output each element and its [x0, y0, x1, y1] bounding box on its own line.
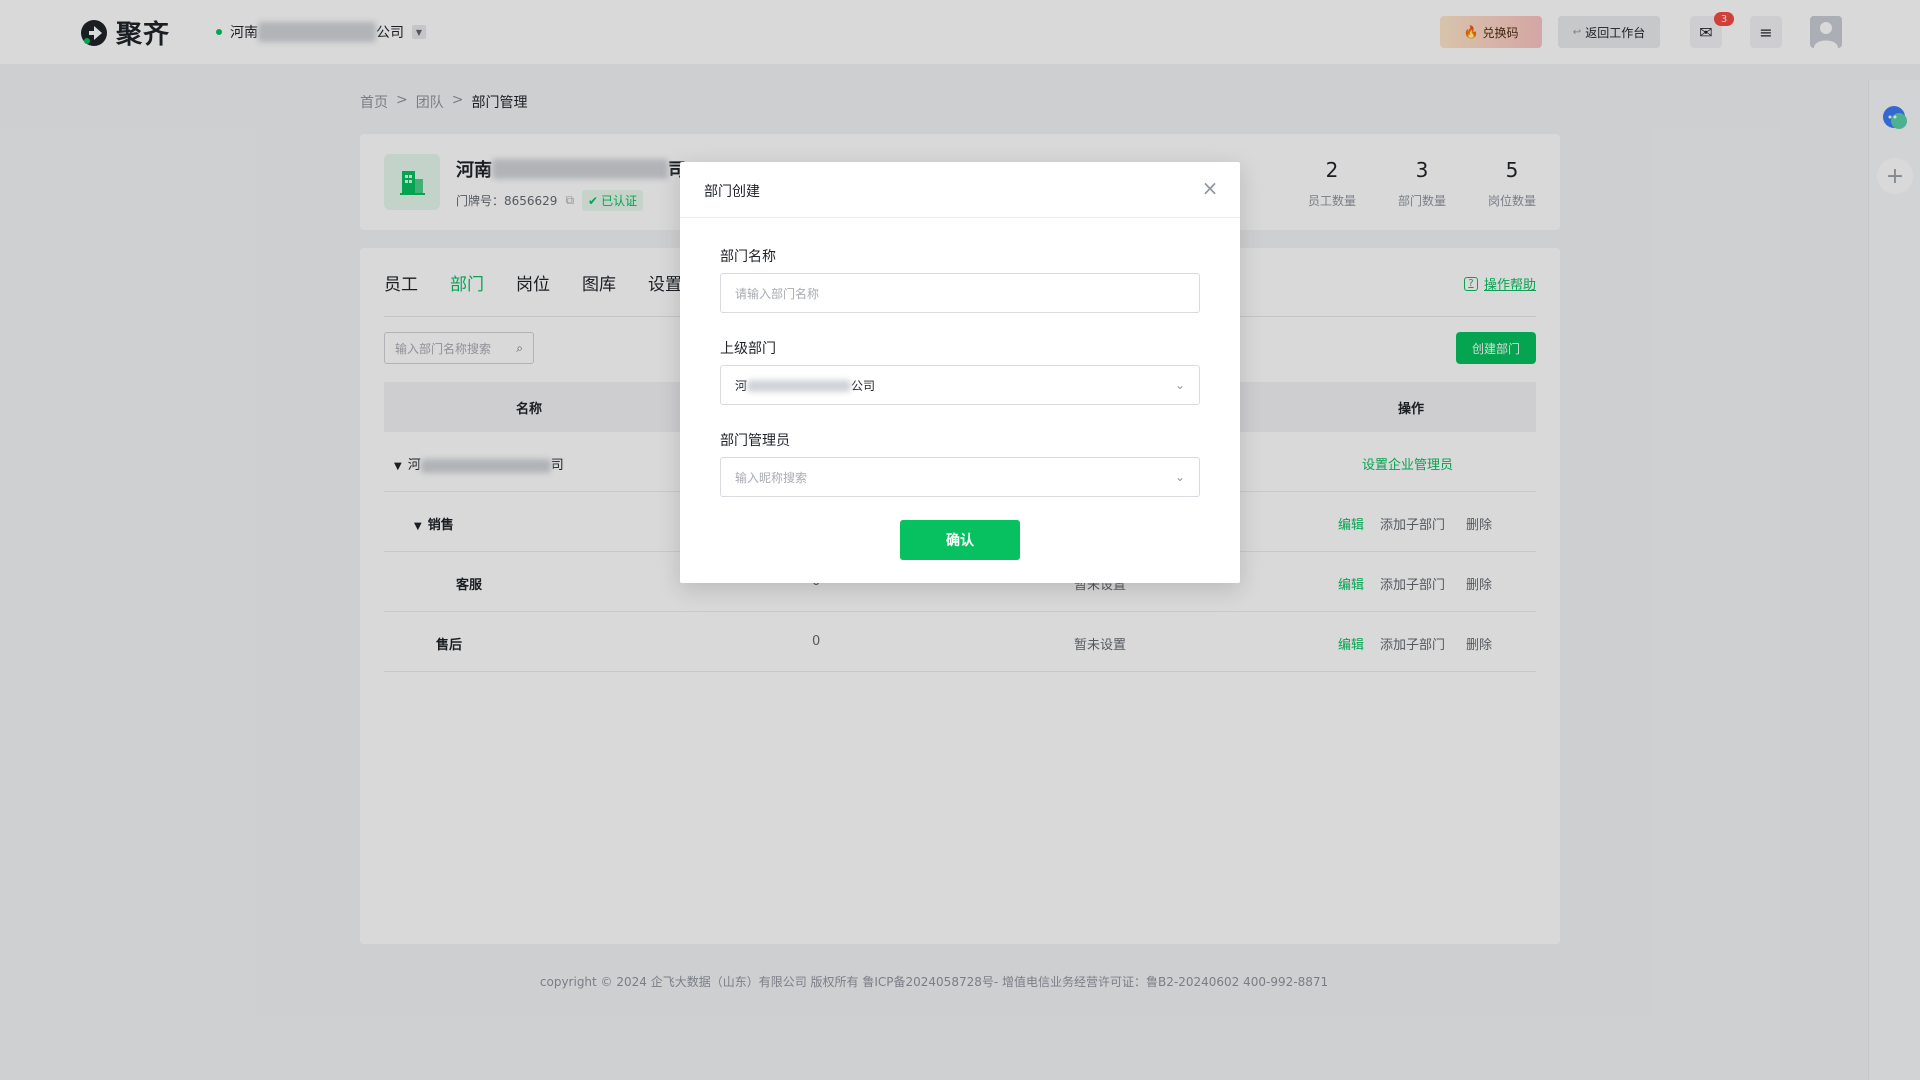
- chevron-down-icon: ⌄: [1174, 470, 1185, 484]
- parent-department-suffix: 公司: [851, 378, 876, 393]
- parent-department-label: 上级部门: [720, 341, 776, 357]
- department-manager-label: 部门管理员: [720, 433, 790, 449]
- dialog-title: 部门创建: [704, 184, 760, 200]
- chevron-down-icon: ⌄: [1174, 378, 1185, 392]
- create-department-dialog: 部门创建 × 部门名称 请输入部门名称 上级部门 河 公司 ⌄ 部门管理员 输入昵…: [680, 162, 1240, 583]
- department-name-placeholder: 请输入部门名称: [735, 286, 820, 301]
- department-manager-select[interactable]: 输入昵称搜索 ⌄: [720, 457, 1200, 497]
- dialog-header: 部门创建 ×: [680, 162, 1240, 218]
- close-icon[interactable]: ×: [1198, 176, 1222, 200]
- parent-department-select[interactable]: 河 公司 ⌄: [720, 365, 1200, 405]
- parent-department-value: 河 公司: [735, 377, 875, 394]
- parent-department-redacted: [747, 380, 852, 392]
- department-manager-placeholder: 输入昵称搜索: [735, 470, 808, 485]
- confirm-button[interactable]: 确认: [900, 520, 1020, 560]
- department-name-label: 部门名称: [720, 249, 776, 265]
- parent-department-prefix: 河: [735, 378, 748, 393]
- department-name-input[interactable]: 请输入部门名称: [720, 273, 1200, 313]
